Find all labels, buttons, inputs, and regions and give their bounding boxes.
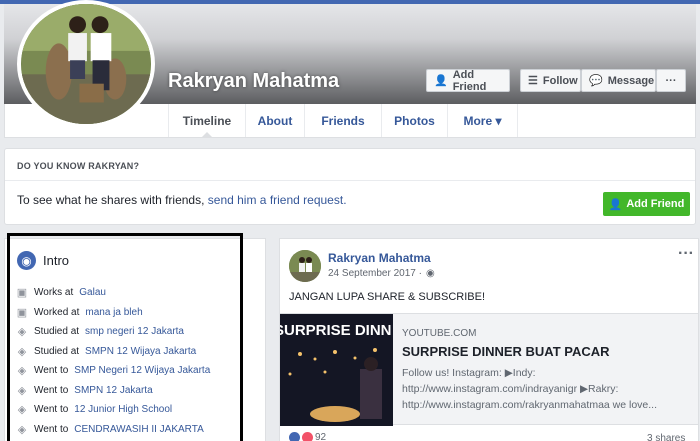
globe-icon: ◉ [425,268,435,279]
friend-request-link[interactable]: send him a friend request. [208,193,347,207]
shared-link-thumbnail[interactable]: SURPRISE DINN [280,314,393,426]
tab-more[interactable]: More ▾ [447,104,518,137]
divider [5,180,695,181]
more-options-label: ··· [665,74,677,87]
messenger-icon: 💬 [589,75,603,87]
post-avatar[interactable] [289,250,321,282]
shared-link-title[interactable]: SURPRISE DINNER BUAT PACAR [402,344,610,359]
add-friend-green-button[interactable]: 👤 Add Friend [603,192,690,216]
message-button[interactable]: 💬 Message [581,69,656,92]
post-options-button[interactable]: ··· [678,245,694,263]
post-author[interactable]: Rakryan Mahatma [328,251,431,265]
tab-timeline-label: Timeline [182,113,232,128]
tab-photos-label: Photos [394,113,435,128]
shared-link-site: YOUTUBE.COM [402,328,477,339]
profile-name[interactable]: Rakryan Mahatma [168,70,339,93]
do-you-know-card: DO YOU KNOW RAKRYAN? To see what he shar… [4,148,696,225]
follow-label: Follow [542,74,578,87]
shared-link-preview[interactable]: SURPRISE DINN YOUTUBE.COM SURPRISE DINNE… [280,313,698,426]
tab-timeline[interactable]: Timeline [168,104,245,138]
do-you-know-title: DO YOU KNOW RAKRYAN? [17,161,140,171]
rss-icon: ☰ [528,75,538,87]
reactions-summary[interactable]: 92 [289,432,326,441]
love-icon [302,432,313,441]
tab-friends[interactable]: Friends [304,104,381,137]
post-card: Rakryan Mahatma 24 September 2017 · ◉ ··… [279,238,699,441]
thumbnail-caption: SURPRISE DINN [280,322,392,339]
add-friend-button[interactable]: 👤 Add Friend [426,68,510,93]
follow-button[interactable]: ☰ Follow [520,69,581,92]
add-user-icon: 👤 [434,75,448,87]
tab-about[interactable]: About [245,104,304,137]
do-you-know-message: To see what he shares with friends, [17,193,205,207]
add-friend-green-label: Add Friend [626,198,685,210]
add-friend-label: Add Friend [452,68,487,93]
tab-more-label: More ▾ [463,113,502,128]
do-you-know-text: To see what he shares with friends, send… [17,193,347,207]
add-user-icon: 👤 [608,198,623,211]
shared-link-description: Follow us! Instagram: ▶Indy: http://www.… [402,367,658,411]
profile-picture[interactable] [17,0,155,128]
more-options-button[interactable]: ··· [656,69,686,92]
reactions-count: 92 [315,432,327,441]
tab-photos[interactable]: Photos [381,104,447,137]
post-date-text[interactable]: 24 September 2017 · [328,268,422,279]
tab-friends-label: Friends [321,113,365,128]
tab-about-label: About [257,113,293,128]
shares-count[interactable]: 3 shares [647,433,685,441]
post-text: JANGAN LUPA SHARE & SUBSCRIBE! [289,291,486,303]
message-label: Message [607,74,655,87]
intro-highlight-frame [7,233,243,441]
like-icon [289,432,300,441]
post-date: 24 September 2017 · ◉ [328,268,435,279]
